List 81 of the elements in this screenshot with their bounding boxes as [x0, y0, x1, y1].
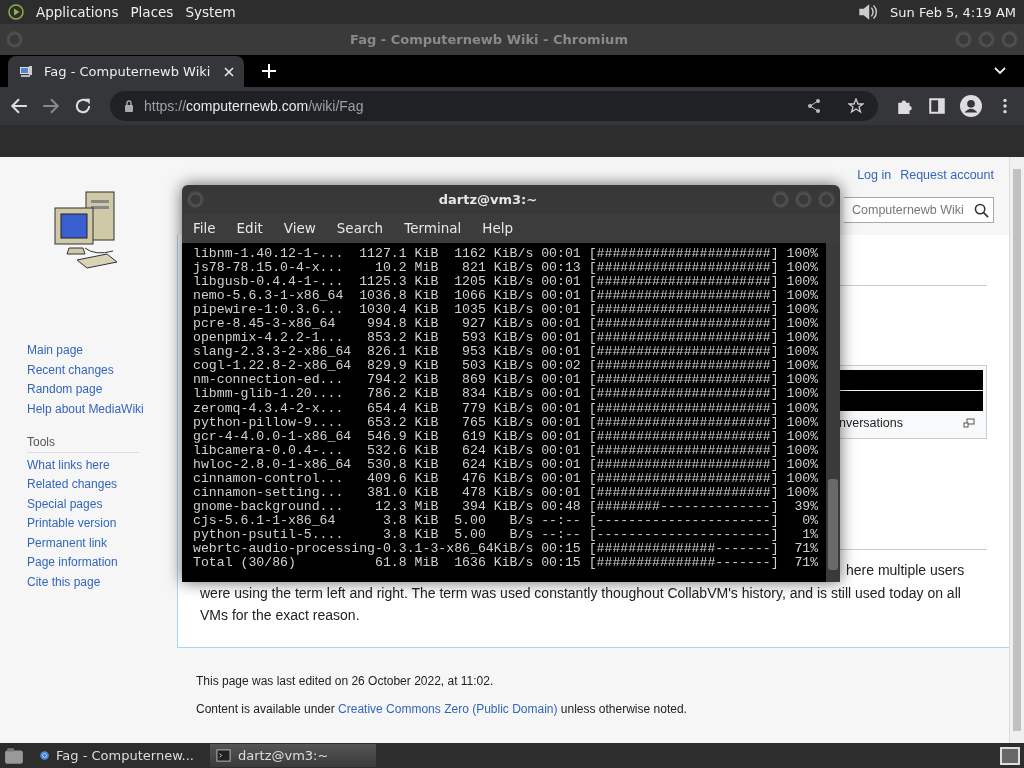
- terminal-line: hwloc-2.8.0-1-x86_64 530.8 KiB 624 KiB/s 00:01 [######################] 100%: [193, 457, 820, 472]
- sidebar-link[interactable]: What links here: [27, 456, 110, 473]
- sidebar-link[interactable]: Main page: [27, 342, 84, 358]
- sidebar-link[interactable]: Page information: [27, 554, 118, 570]
- scrollbar[interactable]: [826, 243, 840, 582]
- side-panel-icon[interactable]: [928, 97, 946, 115]
- sidebar-link[interactable]: Related changes: [27, 476, 118, 492]
- sidebar-link[interactable]: Printable version: [27, 515, 117, 531]
- browser-tab[interactable]: Fag - Computernewb Wiki: [8, 56, 244, 87]
- address-bar[interactable]: https://computernewb.com/wiki/Fag: [110, 91, 878, 121]
- back-icon[interactable]: [10, 97, 28, 115]
- share-icon[interactable]: [806, 98, 822, 114]
- infobox-caption: nversations: [839, 416, 903, 430]
- panel-menu[interactable]: Places: [130, 4, 174, 20]
- terminal-line: gnome-background... 12.3 MiB 394 KiB/s 00:48 [########--------------] 39%: [193, 499, 820, 514]
- terminal-line: pcre-8.45-3-x86_64 994.8 KiB 927 KiB/s 00:01 [######################] 100%: [193, 317, 820, 332]
- sidebar-link[interactable]: Cite this page: [27, 573, 101, 590]
- article-paragraph: were using the term left and right. The term was used constantly thoughout CollabVM's history, and is still used today on all VMs for the exact reason.: [200, 583, 962, 625]
- account-link[interactable]: Log in: [857, 168, 892, 182]
- terminal-line: libnm-1.40.12-1-... 1127.1 KiB 1162 KiB/s 00:01 [######################] 100%: [193, 247, 820, 262]
- menu-item[interactable]: View: [283, 220, 316, 236]
- distro-logo-icon[interactable]: [8, 4, 24, 20]
- enlarge-icon[interactable]: [963, 418, 975, 428]
- chevron-icon[interactable]: [994, 67, 1006, 75]
- sidebar-link[interactable]: Recent changes: [27, 361, 114, 378]
- menu-item[interactable]: Terminal: [404, 220, 462, 236]
- close-icon[interactable]: [224, 66, 234, 77]
- terminal-line: python-pillow-9.... 653.2 KiB 765 KiB/s 00:01 [######################] 100%: [193, 415, 820, 430]
- terminal-line: cjs-5.6.1-1-x86_64 3.8 KiB 5.00 B/s --:-- [----------------------] 0%: [193, 513, 820, 528]
- license-notice: Content is available under Creative Commons Zero (Public Domain) unless otherwise noted.: [196, 702, 688, 716]
- sidebar-link[interactable]: Special pages: [27, 495, 103, 512]
- terminal-line: Total (30/86) 61.8 MiB 1636 KiB/s 00:15 [###############-------] 71%: [193, 556, 820, 571]
- sidebar-link[interactable]: Random page: [27, 381, 103, 397]
- tools-heading: Tools: [27, 434, 139, 453]
- browser-icon: [40, 748, 50, 763]
- panel-menu[interactable]: Applications: [36, 4, 119, 20]
- terminal-line: cogl-1.22.8-2-x86_64 829.9 KiB 503 KiB/s 00:02 [######################] 100%: [193, 359, 820, 374]
- terminal-line: cinnamon-control... 409.6 KiB 476 KiB/s 00:01 [######################] 100%: [193, 471, 820, 486]
- terminal-line: gcr-4-4.0.0-1-x86_64 546.9 KiB 619 KiB/s 00:01 [######################] 100%: [193, 429, 820, 444]
- lock-icon: [124, 100, 134, 112]
- avatar-icon[interactable]: [960, 95, 982, 117]
- new-tab-icon[interactable]: [262, 64, 276, 78]
- article-text: here multiple users: [846, 561, 965, 580]
- menu-item[interactable]: Help: [482, 220, 514, 236]
- last-edited-text: This page was last edited on 26 October 2022, at 11:02.: [196, 674, 495, 688]
- terminal-line: zeromq-4.3.4-2-x... 654.4 KiB 779 KiB/s 00:01 [######################] 100%: [193, 401, 820, 416]
- terminal-line: libcamera-0.0.4-... 532.6 KiB 624 KiB/s 00:01 [######################] 100%: [193, 443, 820, 458]
- workspace-icon[interactable]: [1000, 746, 1020, 765]
- window-title: Fag - Computernewb Wiki - Chromium: [349, 32, 629, 47]
- computer-icon: [18, 63, 34, 80]
- window-title: dartz@vm3:~: [437, 191, 539, 207]
- terminal-line: openpmix-4.2.2-1... 853.2 KiB 593 KiB/s 00:01 [######################] 100%: [193, 331, 820, 346]
- terminal-line: libgusb-0.4.4-1-... 1125.3 KiB 1205 KiB/s 00:01 [######################] 100%: [193, 275, 820, 290]
- terminal-line: nm-connection-ed... 794.2 KiB 869 KiB/s 00:01 [######################] 100%: [193, 373, 820, 388]
- taskbar-item[interactable]: Fag - Computernew...: [34, 744, 200, 767]
- terminal-line: libmm-glib-1.20.... 786.2 KiB 834 KiB/s 00:01 [######################] 100%: [193, 387, 820, 402]
- search-icon[interactable]: [974, 202, 989, 218]
- account-link[interactable]: Request account: [900, 168, 994, 182]
- scrollbar[interactable]: [1009, 157, 1024, 743]
- terminal-line: pipewire-1:0.3.6... 1030.4 KiB 1035 KiB/s 00:01 [######################] 100%: [193, 303, 820, 318]
- taskbar-item[interactable]: dartz@vm3:~: [210, 744, 376, 767]
- license-link[interactable]: Creative Commons Zero (Public Domain): [338, 702, 558, 716]
- terminal-line: python-psutil-5.... 3.8 KiB 5.00 B/s --:-- [----------------------] 1%: [193, 527, 820, 542]
- terminal-line: nemo-5.6.3-1-x86_64 1036.8 KiB 1066 KiB/s 00:01 [######################] 100%: [193, 289, 820, 304]
- menu-item[interactable]: File: [193, 220, 216, 236]
- menu-item[interactable]: Search: [336, 220, 384, 236]
- sidebar-link[interactable]: Permanent link: [27, 534, 108, 551]
- terminal-line: js78-78.15.0-4-x... 10.2 MiB 821 KiB/s 00:13 [######################] 100%: [193, 261, 820, 276]
- terminal-line: cinnamon-setting... 381.0 KiB 478 KiB/s 00:01 [######################] 100%: [193, 485, 820, 500]
- forward-icon[interactable]: [42, 97, 60, 115]
- terminal-line: webrtc-audio-processing-0.3.1-3-x86_64KiB/s 00:15 [###############-------] 71%: [193, 542, 820, 557]
- desktop-icon[interactable]: [4, 746, 24, 765]
- panel-menu[interactable]: System: [185, 4, 236, 20]
- reload-icon[interactable]: [74, 97, 92, 115]
- search-field[interactable]: Computernewb Wiki: [844, 197, 994, 223]
- clock[interactable]: Sun Feb 5, 4:19 AM: [890, 4, 1016, 20]
- terminal-icon: [216, 748, 231, 763]
- sidebar-link[interactable]: Help about MediaWiki: [27, 400, 144, 417]
- menu-item[interactable]: Edit: [236, 220, 263, 236]
- terminal-line: slang-2.3.3-2-x86_64 826.1 KiB 953 KiB/s 00:01 [######################] 100%: [193, 345, 820, 360]
- star-icon[interactable]: [848, 98, 864, 114]
